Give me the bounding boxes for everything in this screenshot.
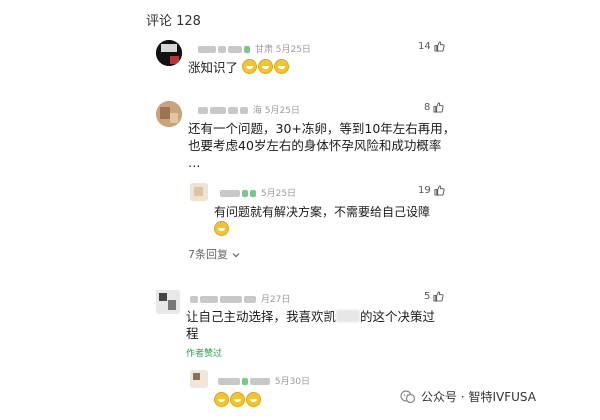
blurred-username <box>210 107 226 114</box>
grin-emoji-icon <box>242 59 257 74</box>
watermark: 公众号 · 智特IVFUSA <box>400 388 536 405</box>
chevron-down-icon <box>232 253 239 258</box>
avatar[interactable] <box>190 183 208 201</box>
wechat-official-account-icon <box>400 389 416 403</box>
location-date: 海 5月25日 <box>252 106 300 116</box>
blurred-username <box>218 378 240 385</box>
grin-emoji-icon <box>258 59 273 74</box>
blurred-username <box>198 107 208 114</box>
blurred-username <box>240 107 248 114</box>
reply-emoji-line <box>214 392 262 409</box>
blurred-username <box>200 296 218 303</box>
thumbs-up-icon <box>434 185 445 196</box>
avatar[interactable] <box>190 370 208 388</box>
reply-meta: 5月30日 <box>218 374 310 387</box>
blurred-username <box>198 46 216 53</box>
comment-text-line: 让自己主动选择，我喜欢凯 的这个决策过 <box>186 309 436 324</box>
thumbs-up-icon <box>433 102 444 113</box>
like-count: 8 <box>424 102 431 113</box>
comment-text-line: 程 <box>186 326 199 341</box>
comment-text: 涨知识了 <box>188 59 290 76</box>
comment-meta: 海 5月25日 <box>198 103 300 116</box>
grin-emoji-icon <box>274 59 289 74</box>
location-date: 月27日 <box>260 295 291 305</box>
comment-text-line: 也要考虑40岁左右的身体怀孕风险和成功概率 <box>188 138 442 153</box>
author-liked-badge: 作者赞过 <box>186 349 223 359</box>
avatar[interactable] <box>156 101 182 127</box>
blurred-username <box>228 107 238 114</box>
blurred-name-patch <box>336 310 361 322</box>
more-replies-link[interactable]: 7条回复 <box>188 246 240 262</box>
blurred-username <box>220 296 242 303</box>
blurred-username <box>242 378 248 385</box>
like-button[interactable]: 14 <box>418 41 445 52</box>
thumbs-up-icon <box>433 291 444 302</box>
blurred-username <box>218 46 226 53</box>
thumbs-up-icon <box>434 41 445 52</box>
like-count: 5 <box>424 291 431 302</box>
blurred-username <box>220 190 240 197</box>
blurred-username <box>190 296 198 303</box>
like-count: 14 <box>418 41 431 52</box>
like-button[interactable]: 5 <box>424 291 444 302</box>
location-date: 甘肃 5月25日 <box>254 45 311 55</box>
blurred-username <box>228 46 242 53</box>
grin-emoji-icon <box>230 392 245 407</box>
blurred-username <box>242 190 248 197</box>
blurred-username <box>250 378 270 385</box>
comments-header-title: 评论 128 <box>146 14 201 29</box>
grin-emoji-icon <box>214 392 229 407</box>
blurred-username <box>250 190 256 197</box>
grin-emoji-icon <box>214 221 229 236</box>
blurred-username <box>244 46 250 53</box>
comment-text-line: 还有一个问题，30+冻卵，等到10年左右再用， <box>188 121 456 136</box>
location-date: 5月25日 <box>260 189 297 199</box>
comment-meta: 月27日 <box>190 292 290 305</box>
blurred-username <box>244 296 256 303</box>
avatar[interactable] <box>156 290 180 314</box>
reply-meta: 5月25日 <box>220 186 296 199</box>
reply-emoji-line <box>214 221 230 238</box>
watermark-text: 公众号 · 智特IVFUSA <box>421 390 536 404</box>
grin-emoji-icon <box>246 392 261 407</box>
like-button[interactable]: 19 <box>418 185 445 196</box>
location-date: 5月30日 <box>274 377 311 387</box>
reply-text: 有问题就有解决方案，不需要给自己设障 <box>214 205 431 219</box>
comment-meta: 甘肃 5月25日 <box>198 42 311 55</box>
avatar[interactable] <box>156 40 182 66</box>
comment-text-ellipsis: … <box>188 155 201 170</box>
like-button[interactable]: 8 <box>424 102 444 113</box>
like-count: 19 <box>418 185 431 196</box>
